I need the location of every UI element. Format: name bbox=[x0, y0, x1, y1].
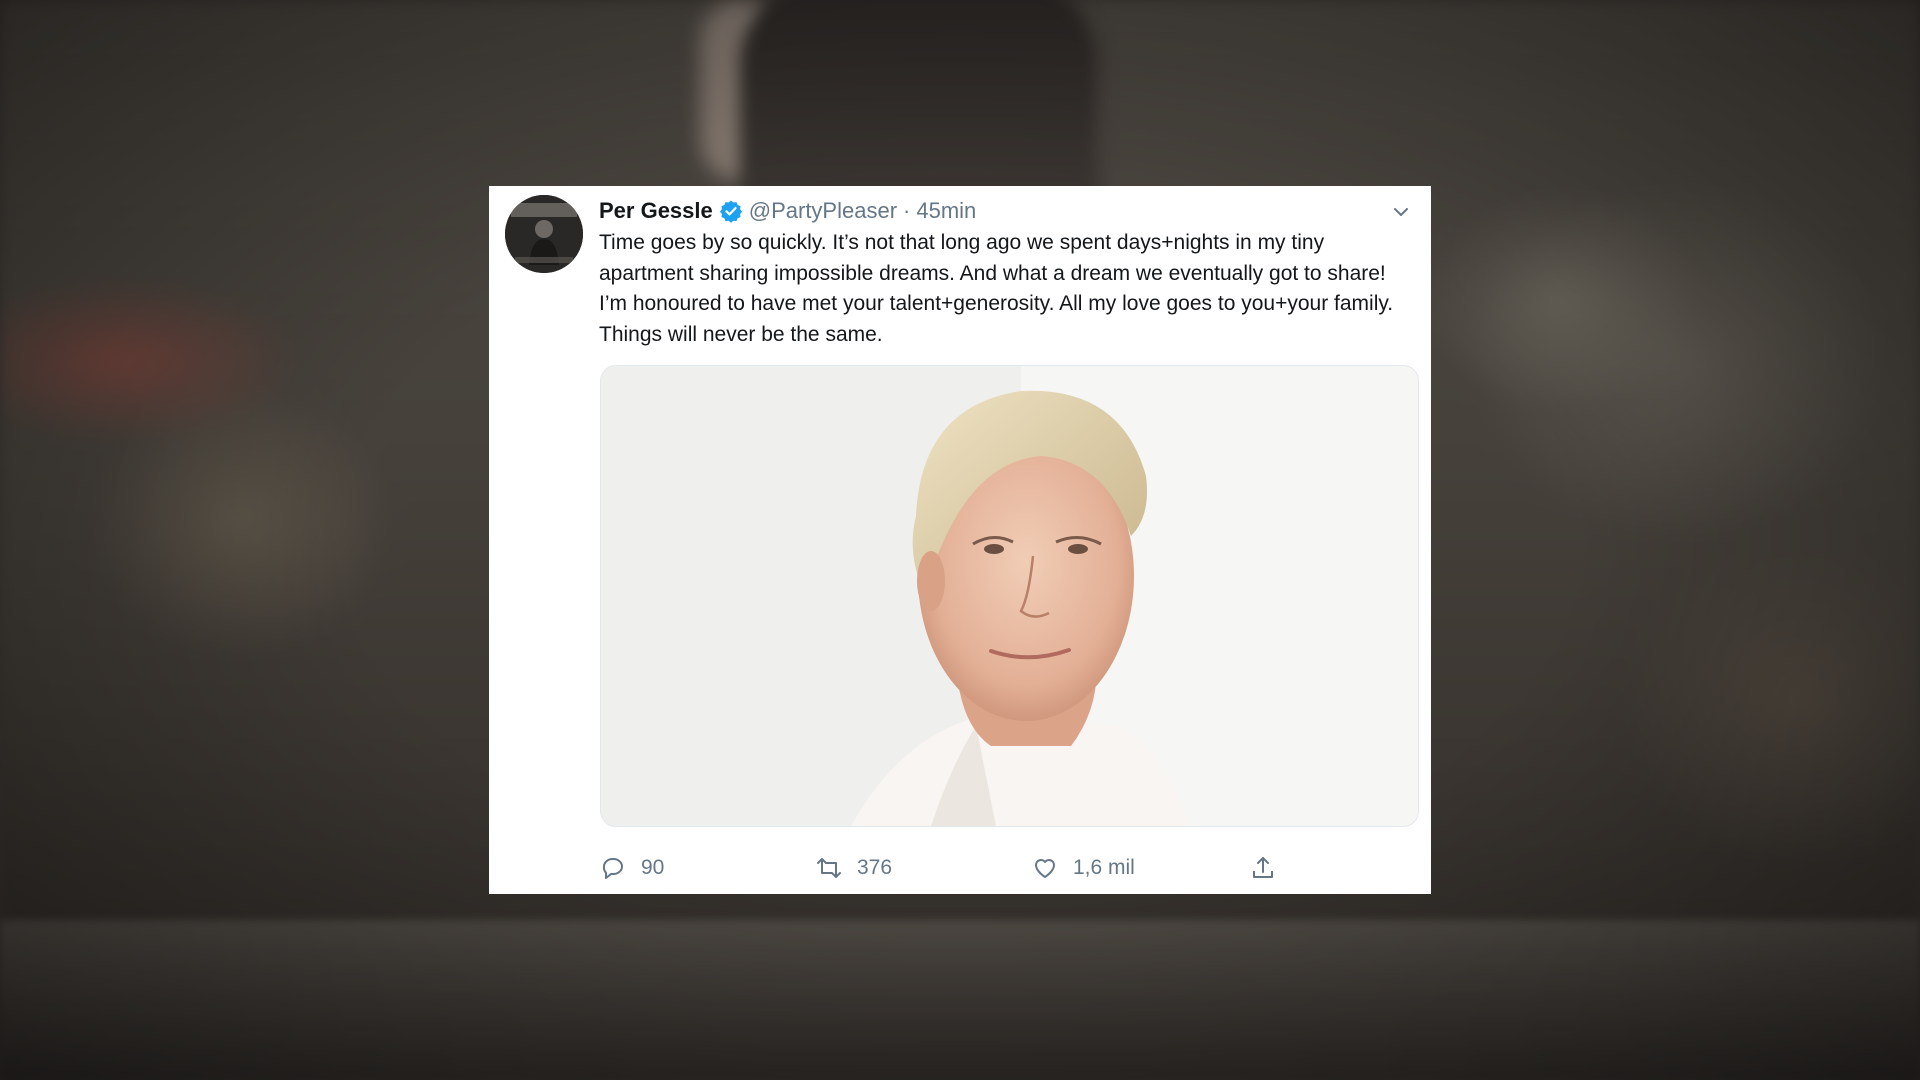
chevron-down-icon[interactable] bbox=[1391, 202, 1411, 222]
avatar[interactable] bbox=[505, 195, 583, 273]
author-name[interactable]: Per Gessle bbox=[599, 198, 713, 224]
retweet-button[interactable]: 376 bbox=[815, 854, 892, 882]
portrait-photo bbox=[601, 366, 1418, 826]
tweet-media-photo[interactable] bbox=[600, 365, 1419, 827]
reply-button[interactable]: 90 bbox=[599, 854, 664, 882]
avatar-photo bbox=[505, 195, 583, 273]
verified-badge-icon bbox=[719, 199, 743, 223]
heart-icon bbox=[1035, 859, 1055, 878]
tweet-text: Time goes by so quickly. It’s not that l… bbox=[599, 231, 1394, 346]
tweet-card: Per Gessle @PartyPleaser · 45min Time go… bbox=[489, 186, 1431, 894]
like-button[interactable]: 1,6 mil bbox=[1031, 854, 1135, 882]
reply-count: 90 bbox=[641, 856, 665, 879]
tweet-timestamp[interactable]: 45min bbox=[916, 198, 976, 224]
retweet-count: 376 bbox=[857, 856, 893, 879]
tweet-actions: 90 376 1,6 mil bbox=[599, 848, 1419, 888]
like-count: 1,6 mil bbox=[1073, 856, 1135, 879]
retweet-icon bbox=[817, 858, 841, 878]
author-handle[interactable]: @PartyPleaser bbox=[749, 198, 897, 224]
separator-dot: · bbox=[903, 198, 911, 223]
reply-bubble-icon bbox=[602, 858, 623, 879]
share-upload-icon bbox=[1253, 857, 1273, 878]
video-frame: Per Gessle @PartyPleaser · 45min Time go… bbox=[0, 0, 1920, 1080]
tweet-header: Per Gessle @PartyPleaser · 45min bbox=[599, 196, 1411, 226]
share-button[interactable] bbox=[1249, 854, 1277, 882]
